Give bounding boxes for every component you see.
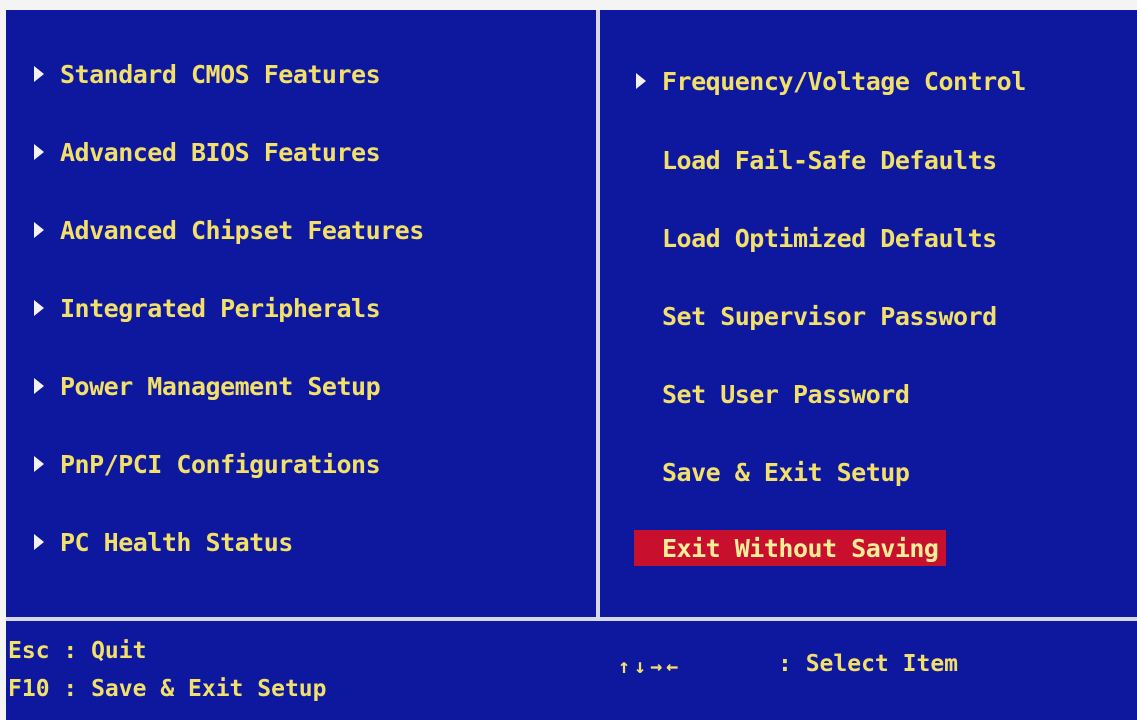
menu-item-save-exit[interactable]: Save & Exit Setup <box>636 454 910 490</box>
submenu-arrow-icon <box>34 378 44 394</box>
f10-save-exit-hint: F10 : Save & Exit Setup <box>8 676 327 702</box>
menu-item-label: Frequency/Voltage Control <box>662 66 1026 96</box>
submenu-arrow-icon <box>636 73 646 89</box>
menu-item-set-user-password[interactable]: Set User Password <box>636 376 910 412</box>
arrow-keys-icon: ↑↓→← <box>618 654 683 678</box>
submenu-arrow-icon <box>34 534 44 550</box>
menu-item-load-optimized[interactable]: Load Optimized Defaults <box>636 220 997 256</box>
menu-item-label: Load Fail-Safe Defaults <box>662 145 997 175</box>
menu-item-standard-cmos[interactable]: Standard CMOS Features <box>34 56 381 92</box>
menu-item-label: PnP/PCI Configurations <box>60 449 381 479</box>
bios-setup-screen: Standard CMOS Features Advanced BIOS Fea… <box>6 10 1137 720</box>
menu-item-label: Advanced BIOS Features <box>60 137 381 167</box>
esc-quit-hint: Esc : Quit <box>8 638 147 664</box>
menu-item-label: Exit Without Saving <box>662 533 939 563</box>
menu-item-pc-health[interactable]: PC Health Status <box>34 524 293 560</box>
menu-item-advanced-chipset[interactable]: Advanced Chipset Features <box>34 212 424 248</box>
menu-item-integrated-peripherals[interactable]: Integrated Peripherals <box>34 290 381 326</box>
menu-item-power-management[interactable]: Power Management Setup <box>34 368 381 404</box>
menu-item-label: PC Health Status <box>60 527 293 557</box>
submenu-arrow-icon <box>34 66 44 82</box>
menu-item-label: Advanced Chipset Features <box>60 215 424 245</box>
submenu-arrow-icon <box>34 144 44 160</box>
menu-item-load-fail-safe[interactable]: Load Fail-Safe Defaults <box>636 142 997 178</box>
menu-item-pnp-pci[interactable]: PnP/PCI Configurations <box>34 446 381 482</box>
menu-item-label: Integrated Peripherals <box>60 293 381 323</box>
vertical-divider <box>596 10 600 620</box>
menu-item-label: Set Supervisor Password <box>662 301 997 331</box>
menu-item-advanced-bios[interactable]: Advanced BIOS Features <box>34 134 381 170</box>
menu-item-label: Load Optimized Defaults <box>662 223 997 253</box>
menu-item-set-supervisor-password[interactable]: Set Supervisor Password <box>636 298 997 334</box>
menu-item-frequency-voltage[interactable]: Frequency/Voltage Control <box>636 63 1026 99</box>
menu-item-exit-without-saving[interactable]: Exit Without Saving <box>634 530 947 566</box>
submenu-arrow-icon <box>34 222 44 238</box>
menu-item-label: Standard CMOS Features <box>60 59 381 89</box>
horizontal-divider <box>6 617 1137 621</box>
submenu-arrow-icon <box>34 300 44 316</box>
submenu-arrow-icon <box>34 456 44 472</box>
menu-item-label: Set User Password <box>662 379 910 409</box>
select-item-hint: : Select Item <box>778 651 959 677</box>
menu-item-label: Save & Exit Setup <box>662 457 910 487</box>
menu-item-label: Power Management Setup <box>60 371 381 401</box>
